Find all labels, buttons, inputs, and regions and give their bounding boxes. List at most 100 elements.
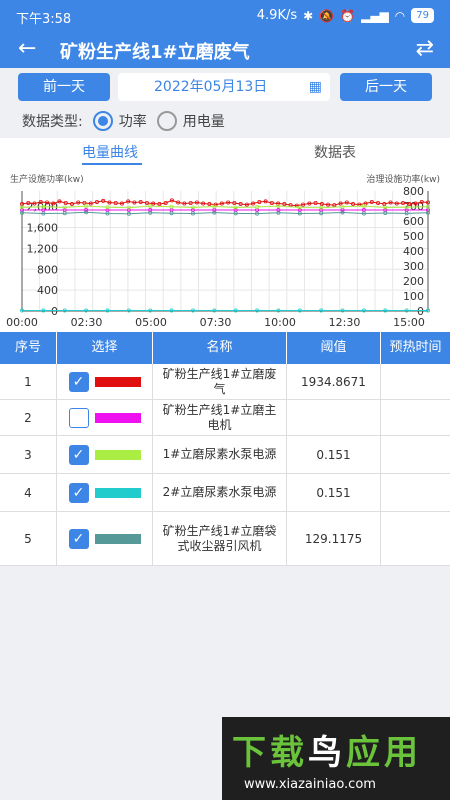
table-row[interactable]: 2 矿粉生产线1#立磨主电机 <box>0 400 450 436</box>
row-no: 2 <box>0 400 57 435</box>
tab-bar: 电量曲线 数据表 <box>0 138 450 166</box>
y-right-tick-label: 100 <box>403 290 424 303</box>
data-type-selector: 数据类型: 功率 用电量 <box>22 110 225 132</box>
row-preheat <box>381 474 450 511</box>
watermark-text-1: 下载 <box>232 733 308 773</box>
row-checkbox[interactable] <box>68 407 89 428</box>
status-bar: 下午3:58 4.9K/s ✱ 🔕 ⏰ ▂▄▆ ◠ 79 <box>0 0 450 32</box>
table-row[interactable]: 5 ✓ 矿粉生产线1#立磨袋式收尘器引风机 129.1175 <box>0 512 450 566</box>
y-right-tick-label: 600 <box>403 215 424 228</box>
table-row[interactable]: 1 ✓ 矿粉生产线1#立磨废气 1934.8671 <box>0 364 450 400</box>
col-threshold: 阈值 <box>287 332 381 364</box>
row-preheat <box>381 512 450 565</box>
row-threshold: 1934.8671 <box>287 364 381 399</box>
battery-icon: 79 <box>411 8 434 23</box>
power-chart[interactable]: 04008001,2001,6002,000010020030040050060… <box>0 166 450 332</box>
radio-power-label[interactable]: 功率 <box>119 111 147 131</box>
x-tick-label: 10:00 <box>264 316 296 329</box>
row-color-swatch <box>94 533 141 544</box>
x-tick-label: 15:00 <box>393 316 425 329</box>
row-name: 1#立磨尿素水泵电源 <box>153 436 287 473</box>
row-preheat <box>381 400 450 435</box>
radio-power[interactable] <box>92 111 113 131</box>
row-name: 矿粉生产线1#立磨袋式收尘器引风机 <box>153 512 287 565</box>
page-title: 矿粉生产线1#立磨废气 <box>60 42 250 63</box>
row-threshold: 129.1175 <box>287 512 381 565</box>
y-left-tick-label: 400 <box>37 284 58 297</box>
wifi-icon: ◠ <box>394 8 406 23</box>
y-right-tick-label: 200 <box>403 275 424 288</box>
row-select <box>57 400 153 435</box>
watermark-url: www.xiazainiao.com <box>244 777 376 792</box>
row-checkbox[interactable]: ✓ <box>68 528 89 549</box>
row-name: 矿粉生产线1#立磨主电机 <box>153 400 287 435</box>
row-threshold: 0.151 <box>287 436 381 473</box>
x-tick-label: 02:30 <box>71 316 103 329</box>
row-color-swatch <box>94 412 141 423</box>
table-row[interactable]: 3 ✓ 1#立磨尿素水泵电源 0.151 <box>0 436 450 474</box>
status-icons: 4.9K/s ✱ 🔕 ⏰ ▂▄▆ ◠ 79 <box>257 8 434 23</box>
signal-icon: ▂▄▆ <box>361 8 389 23</box>
y-right-tick-label: 500 <box>403 230 424 243</box>
row-threshold: 0.151 <box>287 474 381 511</box>
radio-energy[interactable] <box>156 111 177 131</box>
row-threshold <box>287 400 381 435</box>
date-picker[interactable]: 2022年05月13日 ▦ <box>118 73 330 101</box>
y-right-tick-label: 800 <box>403 185 424 198</box>
tab-curve[interactable]: 电量曲线 <box>82 142 138 162</box>
watermark-logo: 下载鸟应用 www.xiazainiao.com <box>222 717 450 800</box>
y-right-tick-label: 300 <box>403 260 424 273</box>
bluetooth-icon: ✱ <box>303 8 314 23</box>
row-no: 1 <box>0 364 57 399</box>
tab-indicator <box>82 163 142 165</box>
y-left-tick-label: 1,200 <box>27 242 59 255</box>
y-right-tick-label: 400 <box>403 245 424 258</box>
mute-icon: 🔕 <box>319 8 335 23</box>
x-tick-label: 12:30 <box>329 316 361 329</box>
row-preheat <box>381 364 450 399</box>
row-color-swatch <box>94 449 141 460</box>
y-axis-right-label: 治理设施功率(kw) <box>366 175 440 185</box>
row-select: ✓ <box>57 436 153 473</box>
row-no: 5 <box>0 512 57 565</box>
watermark-text-2: 鸟 <box>308 733 346 773</box>
device-table: 序号 选择 名称 阈值 预热时间 1 ✓ 矿粉生产线1#立磨废气 1934.8671 2… <box>0 332 450 566</box>
row-name: 矿粉生产线1#立磨废气 <box>153 364 287 399</box>
y-left-tick-label: 800 <box>37 263 58 276</box>
row-select: ✓ <box>57 512 153 565</box>
chart-panel: 生产设施功率(kw) 治理设施功率(kw) 04008001,2001,6002… <box>0 166 450 332</box>
table-header: 序号 选择 名称 阈值 预热时间 <box>0 332 450 364</box>
row-name: 2#立磨尿素水泵电源 <box>153 474 287 511</box>
swap-icon[interactable]: ⇄ <box>416 36 434 61</box>
alarm-icon: ⏰ <box>340 8 356 23</box>
row-preheat <box>381 436 450 473</box>
table-row[interactable]: 4 ✓ 2#立磨尿素水泵电源 0.151 <box>0 474 450 512</box>
col-preheat: 预热时间 <box>389 340 442 355</box>
back-arrow-icon[interactable]: ← <box>18 36 36 61</box>
prev-day-button[interactable]: 前一天 <box>18 73 110 101</box>
col-name: 名称 <box>153 332 287 364</box>
status-time: 下午3:58 <box>16 12 72 27</box>
row-select: ✓ <box>57 474 153 511</box>
series-line <box>21 211 429 215</box>
next-day-button[interactable]: 后一天 <box>340 73 432 101</box>
x-tick-label: 00:00 <box>6 316 38 329</box>
row-checkbox[interactable]: ✓ <box>68 444 89 465</box>
date-value: 2022年05月13日 <box>154 79 268 95</box>
calendar-icon[interactable]: ▦ <box>309 73 322 101</box>
data-type-label: 数据类型: <box>22 114 83 130</box>
row-color-swatch <box>94 487 141 498</box>
col-select: 选择 <box>57 332 153 364</box>
network-speed: 4.9K/s <box>256 8 298 23</box>
row-select: ✓ <box>57 364 153 399</box>
tab-table[interactable]: 数据表 <box>314 142 356 162</box>
title-bar: ← 矿粉生产线1#立磨废气 ⇄ <box>0 32 450 68</box>
row-color-swatch <box>94 376 141 387</box>
x-tick-label: 05:00 <box>135 316 167 329</box>
row-no: 3 <box>0 436 57 473</box>
row-no: 4 <box>0 474 57 511</box>
row-checkbox[interactable]: ✓ <box>68 371 89 392</box>
radio-energy-label[interactable]: 用电量 <box>183 111 225 131</box>
y-axis-left-label: 生产设施功率(kw) <box>10 175 84 185</box>
row-checkbox[interactable]: ✓ <box>68 482 89 503</box>
